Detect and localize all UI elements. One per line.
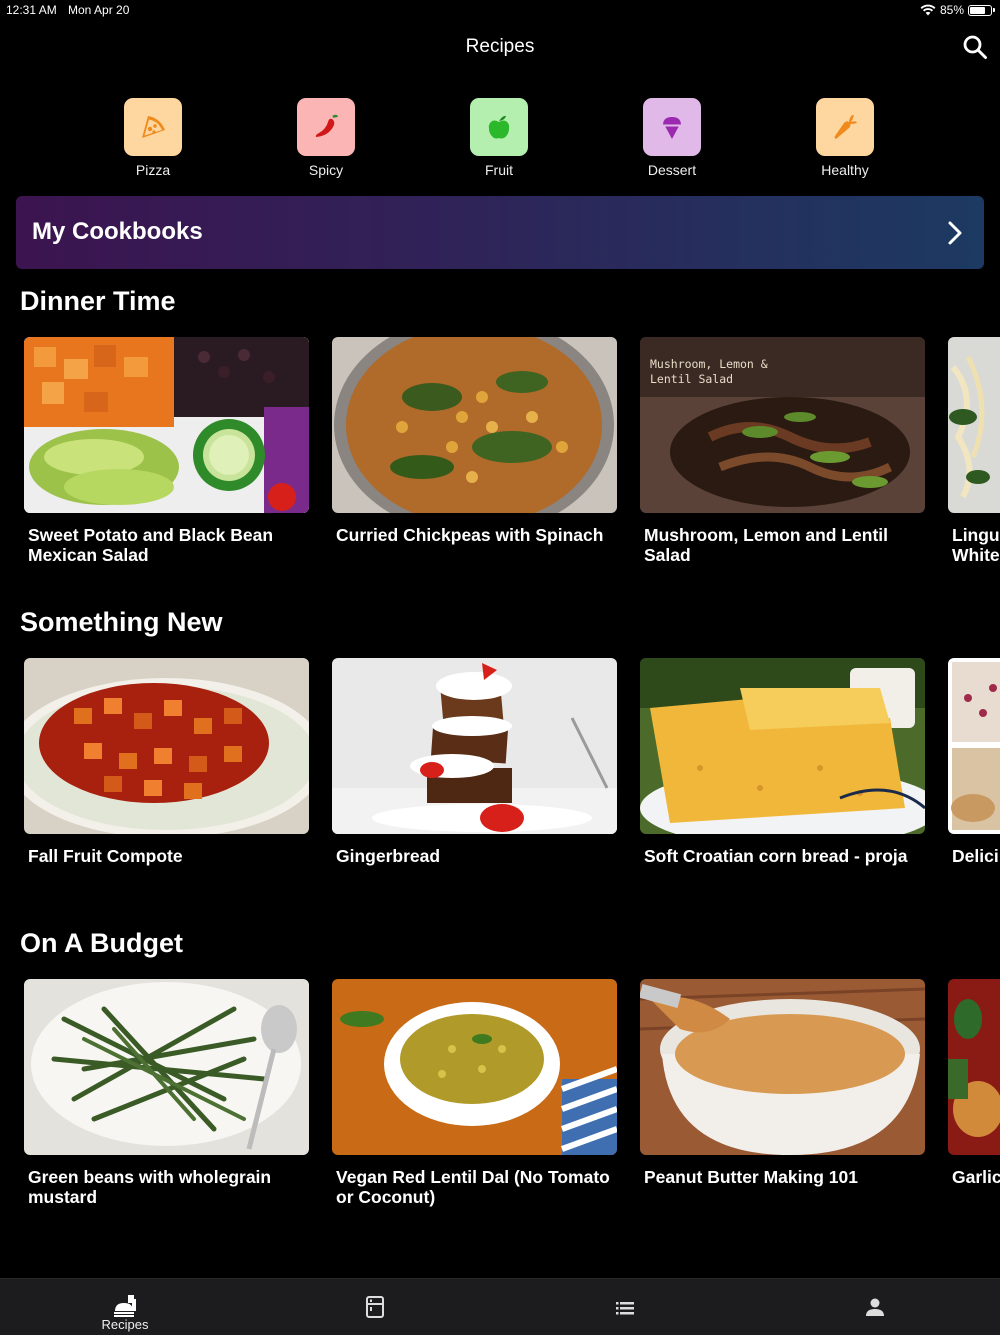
category-label: Fruit: [485, 162, 513, 178]
category-tile[interactable]: [816, 98, 874, 156]
recipe-card[interactable]: Curried Chickpeas with Spinach: [332, 337, 617, 545]
linguine-photo: [948, 337, 1000, 513]
recipe-card[interactable]: Delici: [948, 658, 1000, 866]
tab-bar: Recipes: [0, 1278, 1000, 1335]
recipe-row-something-new: Fall Fruit Compote Gingerbread Soft Croa…: [0, 658, 1000, 918]
fruit-compote-photo: [24, 658, 309, 834]
carrot-icon: [834, 114, 857, 139]
category-tile[interactable]: [124, 98, 182, 156]
category-fruit[interactable]: Fruit: [439, 98, 559, 178]
recipe-card[interactable]: Lingu White: [948, 337, 1000, 565]
lentil-dal-photo: [332, 979, 617, 1155]
search-icon[interactable]: [962, 34, 988, 60]
category-tile[interactable]: [470, 98, 528, 156]
battery-percent: 85%: [939, 3, 964, 17]
recipe-card[interactable]: Sweet Potato and Black Bean Mexican Sala…: [24, 337, 309, 565]
category-spicy[interactable]: Spicy: [266, 98, 386, 178]
mushroom-lentil-salad-photo: Mushroom, Lemon & Lentil Salad: [640, 337, 925, 513]
recipe-title: Curried Chickpeas with Spinach: [336, 525, 604, 545]
pizza-icon: [142, 116, 165, 138]
tab-list[interactable]: [500, 1279, 750, 1335]
status-right: 85%: [920, 3, 995, 17]
page-title: Recipes: [465, 36, 535, 57]
recipe-title: Sweet Potato and Black Bean Mexican Sala…: [28, 525, 274, 565]
status-bar: 12:31 AM Mon Apr 20 85%: [0, 0, 1000, 22]
status-time: 12:31 AM: [6, 3, 57, 17]
recipe-card[interactable]: Soft Croatian corn bread - proja: [640, 658, 925, 866]
gingerbread-photo: [332, 658, 617, 834]
status-date: Mon Apr 20: [68, 3, 130, 17]
recipe-title: Peanut Butter Making 101: [644, 1167, 858, 1187]
category-label: Dessert: [647, 162, 697, 178]
recipe-card[interactable]: Garlic: [948, 979, 1000, 1187]
category-label: Pizza: [135, 162, 171, 178]
recipe-card[interactable]: Fall Fruit Compote: [24, 658, 309, 866]
apple-icon: [488, 115, 510, 139]
tab-fridge[interactable]: [250, 1279, 500, 1335]
profile-icon: [866, 1298, 884, 1316]
category-pizza[interactable]: Pizza: [93, 98, 213, 178]
recipe-title: Delici: [952, 846, 999, 866]
recipe-title: Vegan Red Lentil Dal (No Tomato or Cocon…: [336, 1167, 610, 1207]
peanut-butter-photo: [640, 979, 925, 1155]
recipe-card[interactable]: Mushroom, Lemon & Lentil Salad Mushroom,…: [640, 337, 925, 565]
photo-caption-text: Mushroom, Lemon & Lentil Salad: [650, 357, 768, 386]
recipe-title: Gingerbread: [336, 846, 441, 866]
recipe-title: Mushroom, Lemon and Lentil Salad: [644, 525, 889, 565]
my-cookbooks-banner[interactable]: My Cookbooks: [16, 196, 984, 269]
category-label: Healthy: [821, 162, 869, 178]
category-label: Spicy: [308, 162, 344, 178]
recipe-card[interactable]: Gingerbread: [332, 658, 617, 866]
category-dessert[interactable]: Dessert: [612, 98, 732, 178]
tab-recipes[interactable]: Recipes: [0, 1279, 250, 1335]
green-beans-photo: [24, 979, 309, 1155]
tab-label: Recipes: [101, 1317, 149, 1332]
recipe-card[interactable]: Green beans with wholegrain mustard: [24, 979, 309, 1207]
my-cookbooks-label: My Cookbooks: [32, 218, 203, 245]
corn-bread-photo: [640, 658, 925, 834]
recipe-title: Lingu White: [952, 525, 1000, 565]
recipe-title: Soft Croatian corn bread - proja: [644, 846, 908, 866]
recipe-card[interactable]: Vegan Red Lentil Dal (No Tomato or Cocon…: [332, 979, 617, 1207]
chevron-right-icon: [948, 221, 962, 245]
sweet-potato-salad-photo: [24, 337, 309, 513]
section-title-something-new: Something New: [20, 607, 223, 637]
recipe-title: Fall Fruit Compote: [28, 846, 183, 866]
ice-cream-icon: [663, 117, 681, 139]
category-healthy[interactable]: Healthy: [785, 98, 905, 178]
section-title-on-a-budget: On A Budget: [20, 928, 183, 958]
recipe-card[interactable]: Peanut Butter Making 101: [640, 979, 925, 1187]
category-tile[interactable]: [297, 98, 355, 156]
list-icon: [616, 1302, 634, 1315]
recipe-title: Green beans with wholegrain mustard: [28, 1167, 272, 1207]
curried-chickpeas-photo: [332, 337, 617, 513]
category-tile[interactable]: [643, 98, 701, 156]
section-title-dinner-time: Dinner Time: [20, 286, 176, 316]
fridge-icon: [366, 1296, 384, 1318]
recipe-row-on-a-budget: Green beans with wholegrain mustard Vega…: [0, 979, 1000, 1239]
chili-pepper-icon: [315, 114, 339, 137]
garlic-dish-photo: [948, 979, 1000, 1155]
recipe-row-dinner-time: Sweet Potato and Black Bean Mexican Sala…: [0, 337, 1000, 597]
recipe-title: Garlic: [952, 1167, 1000, 1187]
battery-icon: [968, 4, 995, 16]
tab-profile[interactable]: [750, 1279, 1000, 1335]
loaf-photo: [948, 658, 1000, 834]
wifi-icon: [920, 4, 936, 16]
recipes-icon: [114, 1295, 136, 1317]
